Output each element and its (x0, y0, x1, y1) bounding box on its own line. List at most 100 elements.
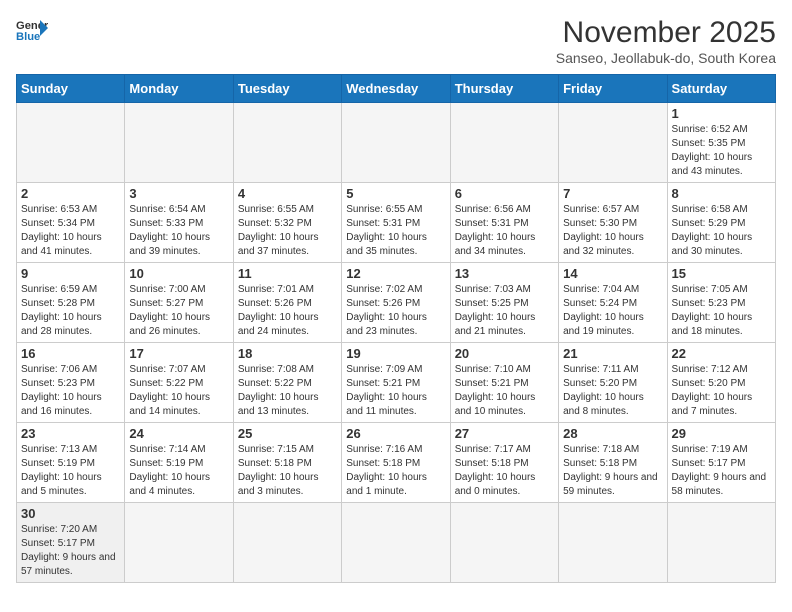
calendar-cell: 14Sunrise: 7:04 AM Sunset: 5:24 PM Dayli… (559, 263, 667, 343)
day-number: 17 (129, 346, 228, 361)
day-info: Sunrise: 7:11 AM Sunset: 5:20 PM Dayligh… (563, 363, 662, 419)
calendar-cell (125, 103, 233, 183)
day-info: Sunrise: 6:52 AM Sunset: 5:35 PM Dayligh… (672, 123, 771, 179)
day-info: Sunrise: 7:12 AM Sunset: 5:20 PM Dayligh… (672, 363, 771, 419)
day-info: Sunrise: 7:10 AM Sunset: 5:21 PM Dayligh… (455, 363, 554, 419)
calendar-cell (559, 503, 667, 583)
calendar-week-0: 1 Sunrise: 6:52 AM Sunset: 5:35 PM Daylig… (17, 103, 776, 183)
calendar-cell: 12Sunrise: 7:02 AM Sunset: 5:26 PM Dayli… (342, 263, 450, 343)
calendar-cell: 10Sunrise: 7:00 AM Sunset: 5:27 PM Dayli… (125, 263, 233, 343)
calendar-cell: 5 Sunrise: 6:55 AM Sunset: 5:31 PM Daylig… (342, 183, 450, 263)
day-info: Sunrise: 7:07 AM Sunset: 5:22 PM Dayligh… (129, 363, 228, 419)
day-info: Sunrise: 6:55 AM Sunset: 5:32 PM Dayligh… (238, 203, 337, 259)
calendar-cell: 11Sunrise: 7:01 AM Sunset: 5:26 PM Dayli… (233, 263, 341, 343)
logo-icon: General Blue (16, 16, 48, 44)
calendar-cell: 25Sunrise: 7:15 AM Sunset: 5:18 PM Dayli… (233, 423, 341, 503)
calendar-cell: 18 Sunrise: 7:08 AM Sunset: 5:22 PM Dayli… (233, 343, 341, 423)
calendar-cell: 7Sunrise: 6:57 AM Sunset: 5:30 PM Daylig… (559, 183, 667, 263)
calendar-cell (450, 503, 558, 583)
header-monday: Monday (125, 75, 233, 103)
day-number: 21 (563, 346, 662, 361)
page-header: General Blue November 2025 Sanseo, Jeoll… (16, 16, 776, 66)
calendar-cell: 26Sunrise: 7:16 AM Sunset: 5:18 PM Dayli… (342, 423, 450, 503)
calendar-week-4: 23Sunrise: 7:13 AM Sunset: 5:19 PM Dayli… (17, 423, 776, 503)
calendar-cell (450, 103, 558, 183)
day-info: Sunrise: 7:02 AM Sunset: 5:26 PM Dayligh… (346, 283, 445, 339)
day-number: 6 (455, 186, 554, 201)
day-info: Sunrise: 6:59 AM Sunset: 5:28 PM Dayligh… (21, 283, 120, 339)
calendar-cell: 21 Sunrise: 7:11 AM Sunset: 5:20 PM Dayli… (559, 343, 667, 423)
header-sunday: Sunday (17, 75, 125, 103)
day-number: 10 (129, 266, 228, 281)
day-number: 27 (455, 426, 554, 441)
month-title: November 2025 (556, 16, 776, 50)
calendar-cell: 19Sunrise: 7:09 AM Sunset: 5:21 PM Dayli… (342, 343, 450, 423)
day-info: Sunrise: 7:19 AM Sunset: 5:17 PM Dayligh… (672, 443, 771, 499)
header-thursday: Thursday (450, 75, 558, 103)
day-info: Sunrise: 7:01 AM Sunset: 5:26 PM Dayligh… (238, 283, 337, 339)
day-info: Sunrise: 7:04 AM Sunset: 5:24 PM Dayligh… (563, 283, 662, 339)
logo: General Blue (16, 16, 48, 44)
day-info: Sunrise: 6:58 AM Sunset: 5:29 PM Dayligh… (672, 203, 771, 259)
calendar-cell (342, 503, 450, 583)
day-info: Sunrise: 7:08 AM Sunset: 5:22 PM Dayligh… (238, 363, 337, 419)
calendar-cell: 29Sunrise: 7:19 AM Sunset: 5:17 PM Dayli… (667, 423, 775, 503)
day-number: 22 (672, 346, 771, 361)
calendar-cell: 13 Sunrise: 7:03 AM Sunset: 5:25 PM Dayli… (450, 263, 558, 343)
header-wednesday: Wednesday (342, 75, 450, 103)
day-info: Sunrise: 6:54 AM Sunset: 5:33 PM Dayligh… (129, 203, 228, 259)
calendar-cell: 20Sunrise: 7:10 AM Sunset: 5:21 PM Dayli… (450, 343, 558, 423)
calendar-table: SundayMondayTuesdayWednesdayThursdayFrid… (16, 74, 776, 583)
location-subtitle: Sanseo, Jeollabuk-do, South Korea (556, 50, 776, 66)
day-info: Sunrise: 6:56 AM Sunset: 5:31 PM Dayligh… (455, 203, 554, 259)
calendar-cell: 17 Sunrise: 7:07 AM Sunset: 5:22 PM Dayli… (125, 343, 233, 423)
calendar-cell: 28Sunrise: 7:18 AM Sunset: 5:18 PM Dayli… (559, 423, 667, 503)
day-info: Sunrise: 7:03 AM Sunset: 5:25 PM Dayligh… (455, 283, 554, 339)
day-info: Sunrise: 7:09 AM Sunset: 5:21 PM Dayligh… (346, 363, 445, 419)
calendar-cell (667, 503, 775, 583)
calendar-cell (559, 103, 667, 183)
calendar-cell: 9 Sunrise: 6:59 AM Sunset: 5:28 PM Daylig… (17, 263, 125, 343)
day-info: Sunrise: 7:05 AM Sunset: 5:23 PM Dayligh… (672, 283, 771, 339)
day-number: 5 (346, 186, 445, 201)
day-info: Sunrise: 7:14 AM Sunset: 5:19 PM Dayligh… (129, 443, 228, 499)
calendar-cell (233, 103, 341, 183)
day-number: 1 (672, 106, 771, 121)
calendar-cell: 8 Sunrise: 6:58 AM Sunset: 5:29 PM Daylig… (667, 183, 775, 263)
calendar-cell: 4 Sunrise: 6:55 AM Sunset: 5:32 PM Daylig… (233, 183, 341, 263)
day-number: 24 (129, 426, 228, 441)
calendar-header-row: SundayMondayTuesdayWednesdayThursdayFrid… (17, 75, 776, 103)
day-info: Sunrise: 7:20 AM Sunset: 5:17 PM Dayligh… (21, 523, 120, 579)
calendar-cell: 2Sunrise: 6:53 AM Sunset: 5:34 PM Daylig… (17, 183, 125, 263)
header-tuesday: Tuesday (233, 75, 341, 103)
day-number: 9 (21, 266, 120, 281)
calendar-cell: 23Sunrise: 7:13 AM Sunset: 5:19 PM Dayli… (17, 423, 125, 503)
calendar-cell (125, 503, 233, 583)
day-number: 16 (21, 346, 120, 361)
day-number: 13 (455, 266, 554, 281)
calendar-cell: 24 Sunrise: 7:14 AM Sunset: 5:19 PM Dayli… (125, 423, 233, 503)
calendar-week-2: 9 Sunrise: 6:59 AM Sunset: 5:28 PM Daylig… (17, 263, 776, 343)
header-saturday: Saturday (667, 75, 775, 103)
calendar-cell (17, 103, 125, 183)
calendar-cell: 22 Sunrise: 7:12 AM Sunset: 5:20 PM Dayli… (667, 343, 775, 423)
day-number: 8 (672, 186, 771, 201)
calendar-cell: 1 Sunrise: 6:52 AM Sunset: 5:35 PM Daylig… (667, 103, 775, 183)
day-number: 2 (21, 186, 120, 201)
day-number: 7 (563, 186, 662, 201)
calendar-cell: 27 Sunrise: 7:17 AM Sunset: 5:18 PM Dayli… (450, 423, 558, 503)
day-number: 28 (563, 426, 662, 441)
day-number: 30 (21, 506, 120, 521)
calendar-week-5: 30 Sunrise: 7:20 AM Sunset: 5:17 PM Dayli… (17, 503, 776, 583)
day-number: 4 (238, 186, 337, 201)
calendar-cell: 3 Sunrise: 6:54 AM Sunset: 5:33 PM Daylig… (125, 183, 233, 263)
day-info: Sunrise: 6:55 AM Sunset: 5:31 PM Dayligh… (346, 203, 445, 259)
day-number: 3 (129, 186, 228, 201)
calendar-cell (233, 503, 341, 583)
day-number: 18 (238, 346, 337, 361)
calendar-cell: 6 Sunrise: 6:56 AM Sunset: 5:31 PM Daylig… (450, 183, 558, 263)
day-number: 25 (238, 426, 337, 441)
title-section: November 2025 Sanseo, Jeollabuk-do, Sout… (556, 16, 776, 66)
day-info: Sunrise: 7:17 AM Sunset: 5:18 PM Dayligh… (455, 443, 554, 499)
svg-text:Blue: Blue (16, 31, 40, 43)
